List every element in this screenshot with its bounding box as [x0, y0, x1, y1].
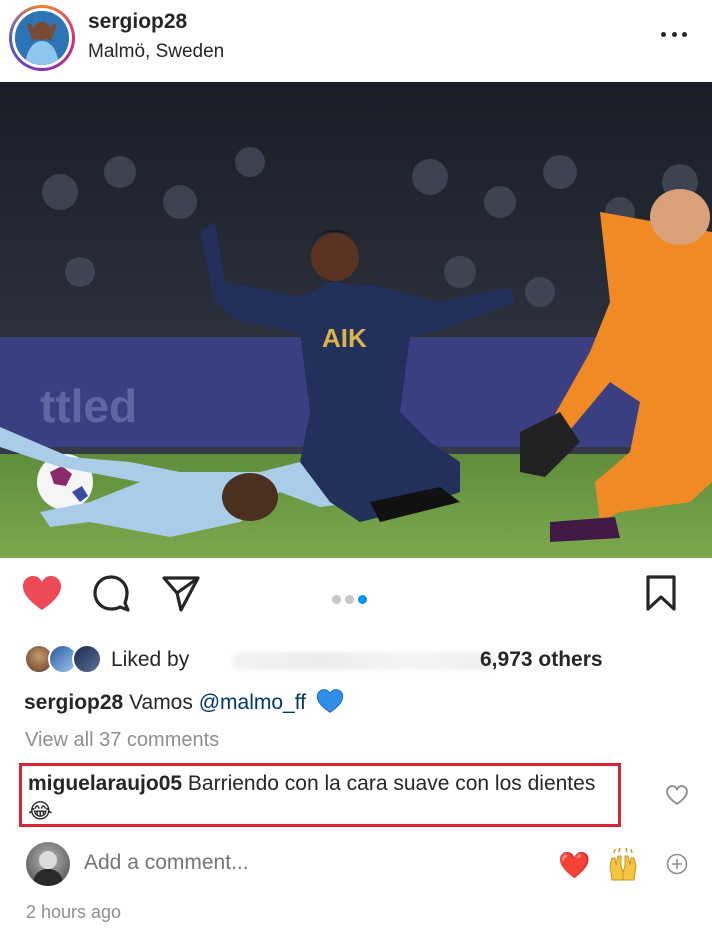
caption-username[interactable]: sergiop28 — [24, 691, 123, 714]
liked-by-label: Liked by — [111, 648, 190, 671]
svg-text:ttled: ttled — [40, 380, 137, 432]
carousel-dot — [345, 595, 354, 604]
paper-plane-icon[interactable] — [158, 570, 204, 616]
likes-summary[interactable]: Liked by 6,973 others — [24, 644, 704, 676]
view-all-comments-link[interactable]: View all 37 comments — [25, 729, 219, 752]
post-username[interactable]: sergiop28 — [88, 10, 187, 34]
comment-username[interactable]: miguelaraujo05 — [28, 772, 182, 795]
add-comment-input[interactable] — [84, 851, 384, 875]
post-timestamp: 2 hours ago — [26, 902, 122, 922]
comment-text: Barriendo con la cara suave con los dien… — [187, 772, 596, 795]
comment-like-icon[interactable] — [666, 785, 688, 810]
heart-filled-icon[interactable] — [19, 570, 65, 616]
post-location[interactable]: Malmö, Sweden — [88, 41, 224, 63]
blurred-username — [232, 652, 497, 670]
profile-avatar[interactable] — [9, 5, 75, 71]
carousel-dot-active — [358, 595, 367, 604]
current-user-avatar — [26, 842, 70, 886]
quick-reaction-heart[interactable]: ❤️ — [558, 850, 590, 881]
svg-text:AIK: AIK — [322, 323, 367, 353]
comment-body: miguelaraujo05 Barriendo con la cara sua… — [28, 770, 614, 826]
carousel-indicator — [332, 595, 367, 604]
more-icon[interactable] — [656, 22, 692, 46]
likes-others-count[interactable]: 6,973 others — [480, 648, 603, 672]
caption-mention[interactable]: @malmo_ff — [199, 691, 306, 714]
post-caption: sergiop28 Vamos @malmo_ff — [24, 688, 344, 720]
add-comment-row: ❤️ — [0, 838, 712, 890]
caption-text: Vamos — [129, 691, 193, 714]
add-reaction-icon[interactable] — [666, 853, 688, 880]
blue-heart-icon — [316, 688, 344, 720]
comment-bubble-icon[interactable] — [88, 570, 134, 616]
bookmark-icon[interactable] — [638, 570, 684, 616]
liker-avatar — [72, 644, 102, 674]
raising-hands-icon[interactable] — [606, 847, 640, 887]
post-photo[interactable]: ttled AIK — [0, 82, 712, 558]
laughing-emoji-icon: 😂 — [28, 800, 53, 823]
post-header: sergiop28 Malmö, Sweden — [0, 0, 712, 82]
football-scene-image: ttled AIK — [0, 82, 712, 558]
highlighted-comment: miguelaraujo05 Barriendo con la cara sua… — [19, 763, 621, 827]
carousel-dot — [332, 595, 341, 604]
